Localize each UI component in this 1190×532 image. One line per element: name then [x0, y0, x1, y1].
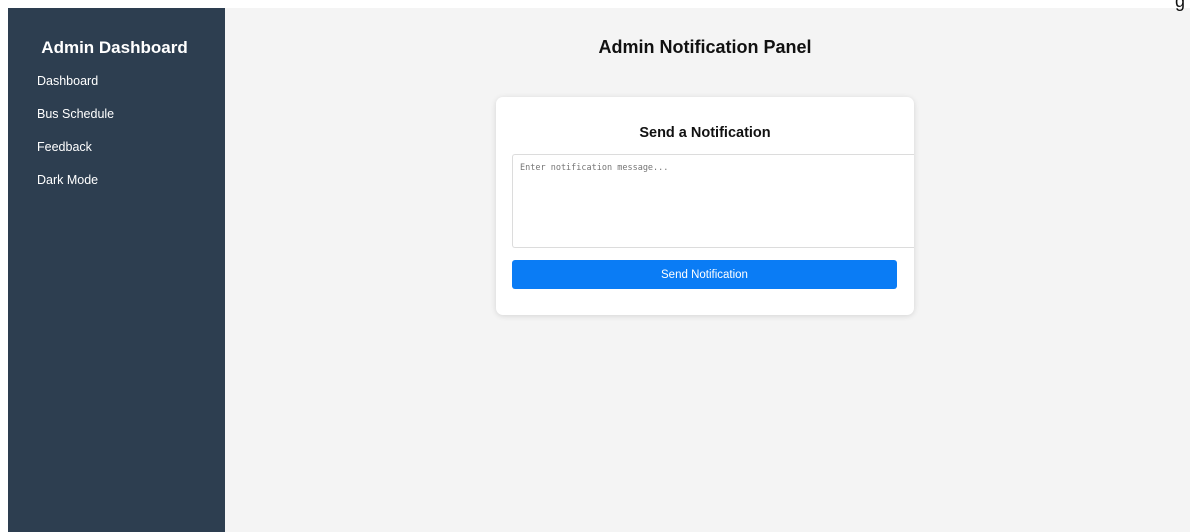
- sidebar-item-feedback[interactable]: Feedback: [37, 139, 114, 172]
- sidebar: Admin Dashboard Dashboard Bus Schedule F…: [8, 8, 225, 532]
- sidebar-nav: Dashboard Bus Schedule Feedback Dark Mod…: [37, 73, 114, 205]
- sidebar-item-dark-mode[interactable]: Dark Mode: [37, 172, 114, 205]
- notification-message-input[interactable]: [512, 154, 914, 248]
- main-content: Admin Notification Panel Send a Notifica…: [225, 8, 1190, 532]
- notification-card: Send a Notification Send Notification: [496, 97, 914, 315]
- sidebar-title: Admin Dashboard: [41, 38, 188, 57]
- sidebar-item-dashboard[interactable]: Dashboard: [37, 73, 114, 106]
- corner-text: g: [1175, 0, 1186, 11]
- sidebar-item-bus-schedule[interactable]: Bus Schedule: [37, 106, 114, 139]
- send-notification-button[interactable]: Send Notification: [512, 260, 897, 289]
- page: Admin Dashboard Dashboard Bus Schedule F…: [0, 0, 1190, 532]
- card-title: Send a Notification: [639, 125, 771, 141]
- page-title: Admin Notification Panel: [598, 37, 812, 57]
